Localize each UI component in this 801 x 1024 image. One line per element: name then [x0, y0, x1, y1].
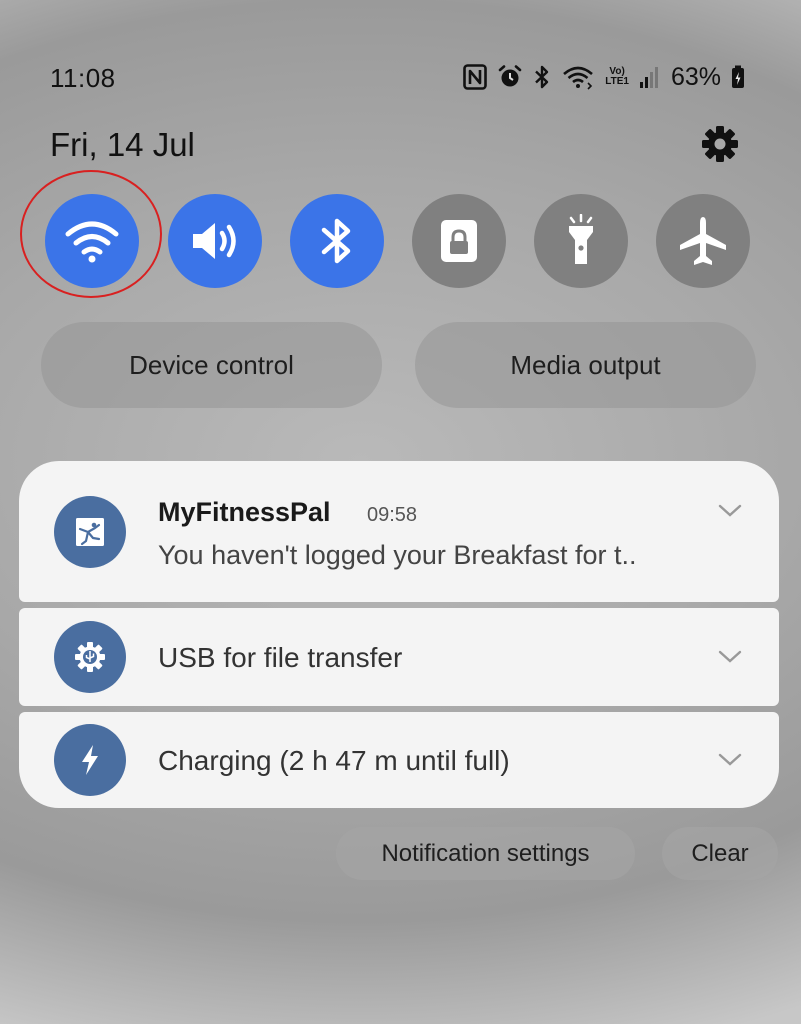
- quick-settings-row: [0, 194, 801, 288]
- airplane-icon: [680, 217, 726, 265]
- notification-text: You haven't logged your Breakfast for t.…: [158, 540, 637, 570]
- wifi-icon: [561, 64, 595, 90]
- myfitnesspal-icon: [54, 496, 126, 568]
- media-output-button[interactable]: Media output: [415, 322, 756, 408]
- notification-myfitnesspal[interactable]: MyFitnessPal 09:58 You haven't logged yo…: [19, 461, 779, 602]
- volte-icon: Vo) LTE1: [605, 66, 629, 87]
- sound-toggle[interactable]: [168, 194, 262, 288]
- speaker-icon: [193, 223, 236, 259]
- airplane-mode-toggle[interactable]: [656, 194, 750, 288]
- notification-settings-button[interactable]: Notification settings: [336, 827, 635, 880]
- notification-app-name: MyFitnessPal: [158, 497, 331, 527]
- signal-icon: [639, 65, 659, 89]
- flashlight-icon: [569, 214, 593, 264]
- device-control-button[interactable]: Device control: [41, 322, 382, 408]
- flashlight-toggle[interactable]: [534, 194, 628, 288]
- status-bar: 11:08 Vo) LTE1 63%: [0, 0, 801, 120]
- bluetooth-icon: [321, 218, 351, 264]
- usb-settings-icon: [54, 621, 126, 693]
- date-label: Fri, 14 Jul: [50, 126, 195, 163]
- wifi-icon: [65, 221, 119, 263]
- bluetooth-icon: [533, 64, 551, 90]
- charging-bolt-icon: [54, 724, 126, 796]
- status-icons: Vo) LTE1 63%: [463, 60, 745, 94]
- wifi-toggle[interactable]: [45, 194, 139, 288]
- notification-usb[interactable]: USB for file transfer: [19, 608, 779, 706]
- clear-button[interactable]: Clear: [662, 827, 778, 880]
- notification-charging[interactable]: Charging (2 h 47 m until full): [19, 712, 779, 808]
- battery-charging-icon: [731, 65, 745, 89]
- battery-percent: 63%: [670, 62, 721, 91]
- notification-time: 09:58: [367, 504, 418, 526]
- alarm-icon: [497, 64, 523, 90]
- status-time: 11:08: [50, 63, 116, 93]
- gear-icon[interactable]: [700, 124, 740, 164]
- lock-icon: [441, 220, 477, 262]
- bluetooth-toggle[interactable]: [290, 194, 384, 288]
- notification-text: Charging (2 h 47 m until full): [158, 745, 510, 776]
- lock-screen-toggle[interactable]: [412, 194, 506, 288]
- chevron-down-icon[interactable]: [717, 503, 743, 519]
- chevron-down-icon[interactable]: [717, 649, 743, 665]
- chevron-down-icon[interactable]: [717, 752, 743, 768]
- notification-text: USB for file transfer: [158, 642, 403, 673]
- nfc-icon: [463, 64, 488, 90]
